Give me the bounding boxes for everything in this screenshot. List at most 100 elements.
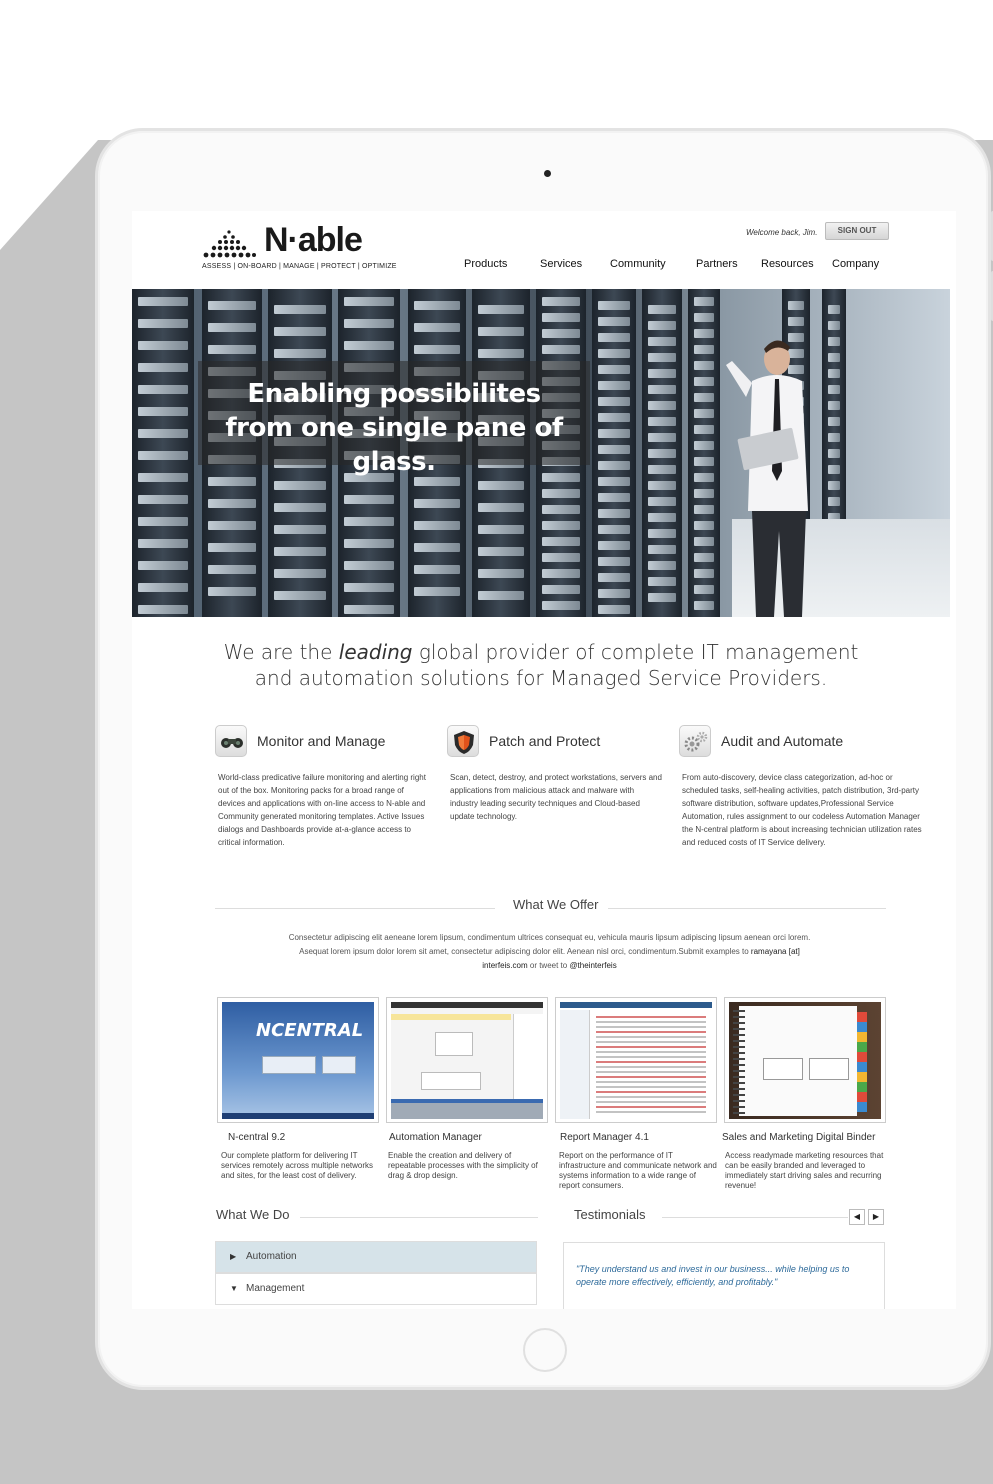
server-unit: [344, 561, 394, 570]
server-unit: [344, 539, 394, 548]
server-unit: [274, 569, 326, 578]
server-unit: [138, 451, 188, 460]
report-row: [596, 1106, 706, 1108]
server-unit: [694, 489, 714, 498]
server-unit: [828, 337, 840, 346]
server-unit: [478, 481, 524, 490]
report-row: [596, 1061, 706, 1063]
home-button[interactable]: [523, 1328, 567, 1372]
server-unit: [138, 539, 188, 548]
server-unit: [208, 345, 256, 354]
server-unit: [274, 327, 326, 336]
logo-wordmark: N·able: [264, 221, 363, 259]
server-unit: [694, 345, 714, 354]
server-unit: [598, 365, 630, 374]
report-row: [596, 1071, 706, 1073]
nav-resources[interactable]: Resources: [761, 258, 832, 270]
hero-tagline: Enabling possibilites from one single pa…: [198, 361, 590, 477]
server-unit: [648, 561, 676, 570]
server-unit: [648, 577, 676, 586]
server-unit: [138, 297, 188, 306]
server-rack: [132, 289, 194, 617]
report-row: [596, 1046, 706, 1048]
main-nav: Products Services Community Partners Res…: [464, 258, 892, 270]
server-unit: [414, 345, 460, 354]
server-unit: [828, 417, 840, 426]
server-unit: [208, 565, 256, 574]
product-card-automation[interactable]: [386, 997, 548, 1123]
nav-community[interactable]: Community: [610, 258, 696, 270]
product-card-report[interactable]: [555, 997, 717, 1123]
product-title[interactable]: N-central 9.2: [228, 1132, 285, 1143]
server-unit: [648, 305, 676, 314]
server-unit: [208, 301, 256, 310]
server-rack: [688, 289, 720, 617]
product-body: Our complete platform for delivering IT …: [221, 1151, 374, 1180]
nav-services[interactable]: Services: [540, 258, 610, 270]
nav-company[interactable]: Company: [832, 258, 892, 270]
server-unit: [138, 605, 188, 614]
server-unit: [828, 385, 840, 394]
server-unit: [648, 353, 676, 362]
lead-emphasis: leading: [338, 640, 413, 664]
server-unit: [208, 521, 256, 530]
testimonials-title: Testimonials: [574, 1207, 646, 1222]
server-unit: [648, 545, 676, 554]
server-unit: [274, 547, 326, 556]
server-unit: [694, 313, 714, 322]
server-unit: [648, 529, 676, 538]
server-unit: [138, 341, 188, 350]
next-arrow-button[interactable]: ▶: [868, 1209, 884, 1225]
server-unit: [598, 397, 630, 406]
server-unit: [828, 497, 840, 506]
product-title[interactable]: Sales and Marketing Digital Binder: [722, 1132, 875, 1143]
server-unit: [344, 605, 394, 614]
server-unit: [478, 503, 524, 512]
server-unit: [344, 495, 394, 504]
server-unit: [648, 385, 676, 394]
server-unit: [344, 517, 394, 526]
product-title[interactable]: Report Manager 4.1: [560, 1132, 649, 1143]
product-card-ncentral[interactable]: NCENTRAL: [217, 997, 379, 1123]
server-unit: [598, 509, 630, 518]
accordion-label: Automation: [246, 1251, 297, 1262]
server-unit: [344, 319, 394, 328]
hero-banner: Enabling possibilites from one single pa…: [132, 289, 950, 617]
server-unit: [414, 499, 460, 508]
server-unit: [542, 297, 580, 306]
server-unit: [478, 547, 524, 556]
product-title[interactable]: Automation Manager: [389, 1132, 482, 1143]
feature-title: Audit and Automate: [721, 733, 844, 749]
shield-icon: [447, 725, 479, 757]
offer-twitter-link[interactable]: @theinterfeis: [569, 961, 616, 970]
accordion-item-automation[interactable]: ▶ Automation: [215, 1241, 537, 1273]
sign-out-button[interactable]: SIGN OUT: [825, 222, 889, 240]
feature-body: Scan, detect, destroy, and protect works…: [450, 773, 662, 821]
server-unit: [138, 561, 188, 570]
server-unit: [694, 521, 714, 530]
binder-screenshot: [729, 1002, 881, 1119]
product-card-binder[interactable]: [724, 997, 886, 1123]
server-unit: [542, 553, 580, 562]
server-rack: [592, 289, 636, 617]
server-unit: [694, 569, 714, 578]
server-unit: [542, 585, 580, 594]
server-unit: [598, 589, 630, 598]
nav-partners[interactable]: Partners: [696, 258, 761, 270]
lead-post: global provider of complete IT managemen…: [412, 640, 859, 664]
server-unit: [598, 493, 630, 502]
report-row: [596, 1026, 706, 1028]
server-unit: [694, 409, 714, 418]
server-unit: [478, 305, 524, 314]
server-unit: [344, 297, 394, 306]
server-unit: [598, 461, 630, 470]
prev-arrow-button[interactable]: ◀: [849, 1209, 865, 1225]
nav-products[interactable]: Products: [464, 258, 540, 270]
server-unit: [414, 323, 460, 332]
divider: [300, 1217, 538, 1218]
report-row: [596, 1041, 706, 1043]
server-unit: [542, 537, 580, 546]
server-unit: [828, 353, 840, 362]
accordion-item-management[interactable]: ▼ Management: [215, 1273, 537, 1305]
server-unit: [648, 449, 676, 458]
